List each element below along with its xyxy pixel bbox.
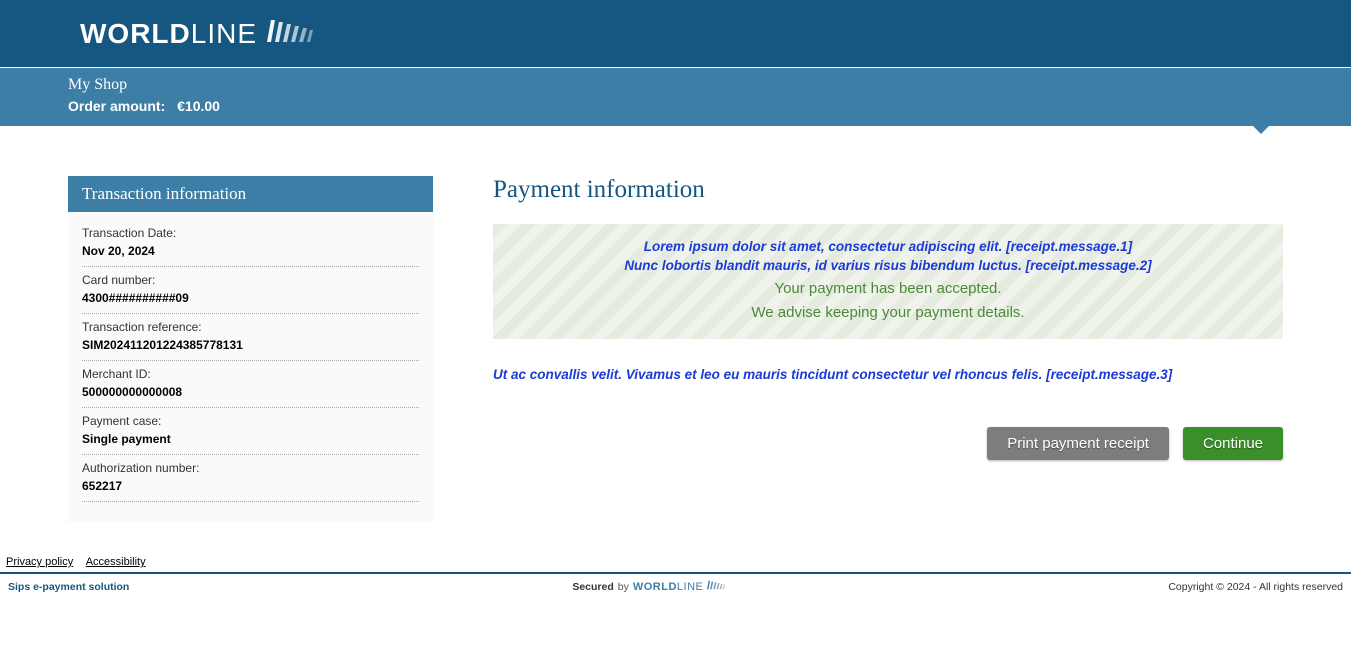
field-label: Transaction Date: [82, 226, 419, 240]
receipt-message-3: Ut ac convallis velit. Vivamus et leo eu… [493, 367, 1283, 382]
field-value: Nov 20, 2024 [82, 244, 419, 258]
worldline-logo: WORLDLINE [80, 18, 313, 50]
secured-label: Secured [572, 581, 613, 593]
field-value: 4300##########09 [82, 291, 419, 305]
transaction-panel-body: Transaction Date: Nov 20, 2024 Card numb… [68, 212, 433, 522]
order-amount-label: Order amount: [68, 98, 165, 114]
by-label: by [618, 581, 629, 593]
privacy-policy-link[interactable]: Privacy policy [6, 556, 73, 568]
notch-icon [1253, 126, 1269, 134]
print-receipt-button[interactable]: Print payment receipt [987, 427, 1169, 460]
field-label: Transaction reference: [82, 320, 419, 334]
field-label: Card number: [82, 273, 419, 287]
field-transaction-date: Transaction Date: Nov 20, 2024 [82, 220, 419, 267]
button-row: Print payment receipt Continue [493, 427, 1283, 460]
receipt-message-box: Lorem ipsum dolor sit amet, consectetur … [493, 224, 1283, 339]
transaction-sidebar: Transaction information Transaction Date… [68, 176, 433, 522]
continue-button[interactable]: Continue [1183, 427, 1283, 460]
field-merchant-id: Merchant ID: 500000000000008 [82, 361, 419, 408]
copyright-text: Copyright © 2024 - All rights reserved [1168, 581, 1343, 593]
field-label: Payment case: [82, 414, 419, 428]
field-value: 652217 [82, 479, 419, 493]
field-label: Merchant ID: [82, 367, 419, 381]
subheader: My Shop Order amount: €10.00 [0, 68, 1351, 126]
receipt-message-2: Nunc lobortis blandit mauris, id varius … [513, 257, 1263, 276]
header: WORLDLINE [0, 0, 1351, 68]
field-label: Authorization number: [82, 461, 419, 475]
worldline-wave-icon [267, 20, 313, 47]
payment-advise-text: We advise keeping your payment details. [513, 302, 1263, 325]
footer-links: Privacy policy Accessibility [0, 552, 1351, 572]
field-value: Single payment [82, 432, 419, 446]
logo-thin: LINE [191, 18, 257, 49]
field-authorization-number: Authorization number: 652217 [82, 455, 419, 502]
field-transaction-reference: Transaction reference: SIM20241120122438… [82, 314, 419, 361]
order-row: Order amount: €10.00 [68, 98, 1283, 114]
field-value: SIM202411201224385778131 [82, 338, 419, 352]
footer-bar: Sips e-payment solution Secured by WORLD… [0, 572, 1351, 599]
footer-secured-by: Secured by WORLDLINE [572, 580, 725, 593]
shop-name: My Shop [68, 76, 1283, 94]
payment-accepted-text: Your payment has been accepted. [513, 278, 1263, 301]
field-value: 500000000000008 [82, 385, 419, 399]
receipt-message-1: Lorem ipsum dolor sit amet, consectetur … [513, 238, 1263, 257]
footer-worldline-logo: WORLDLINE [633, 581, 704, 593]
order-amount-value: €10.00 [177, 98, 220, 114]
logo-bold: WORLD [80, 18, 191, 49]
worldline-wave-icon-small [707, 580, 725, 593]
field-payment-case: Payment case: Single payment [82, 408, 419, 455]
field-card-number: Card number: 4300##########09 [82, 267, 419, 314]
accessibility-link[interactable]: Accessibility [86, 556, 146, 568]
main-content: Payment information Lorem ipsum dolor si… [493, 176, 1283, 522]
footer-solution-text: Sips e-payment solution [8, 581, 129, 593]
transaction-panel-title: Transaction information [68, 176, 433, 212]
page-title: Payment information [493, 176, 1283, 204]
